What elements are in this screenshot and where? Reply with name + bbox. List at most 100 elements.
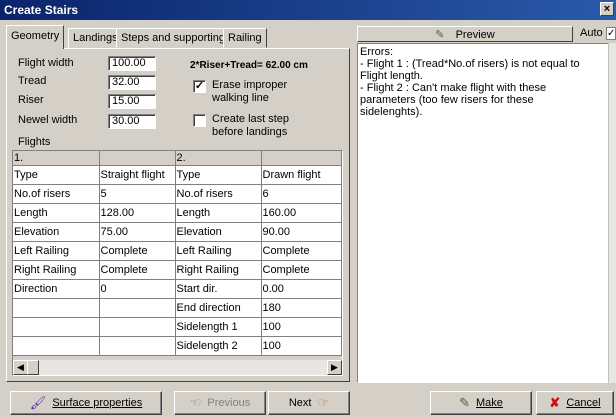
tab-geometry[interactable]: Geometry — [6, 25, 65, 49]
grid-cell[interactable]: Length — [175, 203, 262, 223]
next-button[interactable]: Next ☞ — [268, 391, 350, 415]
grid-cell[interactable]: Elevation — [13, 222, 100, 242]
scroll-thumb[interactable] — [27, 360, 39, 375]
grid-cell[interactable]: Right Railing — [175, 260, 262, 280]
errors-title: Errors: — [360, 46, 393, 58]
flight-width-field[interactable]: 100.00 — [108, 56, 156, 71]
table-row: Length 128.00 Length 160.00 — [13, 203, 342, 223]
grid-cell[interactable] — [13, 336, 100, 356]
table-row: Direction 0 Start dir. 0.00 — [13, 279, 342, 299]
grid-cell[interactable] — [13, 298, 100, 318]
grid-cell[interactable]: 90.00 — [261, 222, 342, 242]
table-row: End direction 180 — [13, 298, 342, 318]
grid-cell[interactable]: Left Railing — [175, 241, 262, 261]
grid-cell[interactable]: 5 — [99, 184, 176, 204]
flight-width-label: Flight width — [18, 57, 74, 69]
grid-cell[interactable]: 6 — [261, 184, 342, 204]
grid-cell[interactable]: Sidelength 1 — [175, 317, 262, 337]
grid-cell[interactable]: No.of risers — [13, 184, 100, 204]
previous-label: Previous — [207, 397, 251, 409]
grid-cell[interactable]: 100 — [261, 336, 342, 356]
flights-grid[interactable]: 1. 2. Type Straight flight Type Drawn flight N… — [12, 150, 343, 376]
grid-cell[interactable]: Direction — [13, 279, 100, 299]
grid-cell[interactable]: 0 — [99, 279, 176, 299]
newel-width-label: Newel width — [18, 114, 78, 126]
horizontal-scrollbar[interactable]: ◀ ▶ — [13, 360, 342, 375]
grid-cell[interactable]: Straight flight — [99, 165, 176, 185]
grid-cell[interactable]: Complete — [99, 260, 176, 280]
auto-label: Auto — [580, 27, 603, 39]
surface-properties-label: Surface properties — [52, 397, 143, 409]
scroll-left-icon[interactable]: ◀ — [13, 360, 28, 375]
newel-width-field[interactable]: 30.00 — [108, 114, 156, 129]
hand-right-icon: ☞ — [317, 395, 330, 411]
tab-landings[interactable]: Landings — [68, 28, 123, 48]
next-label: Next — [288, 397, 312, 409]
scroll-right-icon[interactable]: ▶ — [327, 360, 342, 375]
make-button[interactable]: ✎ Make — [430, 391, 532, 415]
grid-header-cell — [99, 151, 176, 166]
close-icon[interactable]: × — [600, 2, 614, 16]
flights-label: Flights — [18, 136, 51, 148]
table-row: Sidelength 2 100 — [13, 336, 342, 356]
grid-cell[interactable]: Start dir. — [175, 279, 262, 299]
grid-cell[interactable]: Type — [13, 165, 100, 185]
create-last-step-label: Create last step before landings — [212, 113, 290, 138]
grid-cell[interactable]: Drawn flight — [261, 165, 342, 185]
grid-header-cell: 2. — [175, 151, 262, 166]
grid-cell[interactable]: Complete — [261, 260, 342, 280]
tab-railing[interactable]: Railing — [223, 28, 267, 48]
auto-checkbox[interactable]: ✓ — [606, 27, 616, 40]
grid-cell[interactable] — [99, 336, 176, 356]
grid-cell[interactable]: 0.00 — [261, 279, 342, 299]
grid-header-cell: 1. — [13, 151, 100, 166]
table-row: Left Railing Complete Left Railing Complete — [13, 241, 342, 261]
pencil-icon: ✎ — [435, 29, 445, 41]
preview-button[interactable]: ✎ Preview — [357, 26, 573, 42]
grid-cell[interactable] — [13, 317, 100, 337]
grid-cell[interactable] — [99, 298, 176, 318]
preview-label: Preview — [455, 29, 495, 41]
riser-label: Riser — [18, 94, 44, 106]
errors-panel: Errors: - Flight 1 : (Tread*No.of risers… — [357, 43, 609, 383]
grid-cell[interactable]: 75.00 — [99, 222, 176, 242]
grid-cell[interactable] — [99, 317, 176, 337]
grid-cell[interactable]: End direction — [175, 298, 262, 318]
grid-cell[interactable]: 128.00 — [99, 203, 176, 223]
hand-left-icon: ☜ — [189, 395, 202, 411]
cancel-label: Cancel — [566, 397, 601, 409]
tread-field[interactable]: 32.00 — [108, 75, 156, 90]
surface-properties-button[interactable]: 🖌 Surface properties — [10, 391, 162, 415]
table-row: Sidelength 1 100 — [13, 317, 342, 337]
erase-walking-line-checkbox[interactable]: ✓ — [193, 80, 206, 93]
error-line: - Flight 2 : Can't make flight with thes… — [360, 82, 547, 118]
grid-header-row: 1. 2. — [13, 151, 342, 166]
tab-label: Railing — [228, 32, 262, 44]
grid-cell[interactable]: 100 — [261, 317, 342, 337]
grid-cell[interactable]: 180 — [261, 298, 342, 318]
table-row: No.of risers 5 No.of risers 6 — [13, 184, 342, 204]
grid-cell[interactable]: 160.00 — [261, 203, 342, 223]
brush-icon: 🖌 — [29, 395, 47, 411]
make-label: Make — [476, 397, 503, 409]
window-title: Create Stairs — [4, 3, 79, 17]
grid-cell[interactable]: Complete — [261, 241, 342, 261]
vertical-scrollbar[interactable] — [608, 43, 616, 383]
grid-cell[interactable]: Sidelength 2 — [175, 336, 262, 356]
create-stairs-window: Create Stairs × Geometry Landings Steps … — [0, 0, 616, 417]
riser-field[interactable]: 15.00 — [108, 94, 156, 109]
erase-walking-line-label: Erase improper walking line — [212, 79, 288, 104]
grid-header-cell — [261, 151, 342, 166]
tab-label: Geometry — [11, 30, 60, 42]
tab-steps-supporting[interactable]: Steps and supporting — [116, 28, 230, 48]
grid-cell[interactable]: No.of risers — [175, 184, 262, 204]
previous-button[interactable]: ☜ Previous — [174, 391, 266, 415]
grid-cell[interactable]: Right Railing — [13, 260, 100, 280]
grid-cell[interactable]: Complete — [99, 241, 176, 261]
grid-cell[interactable]: Length — [13, 203, 100, 223]
grid-cell[interactable]: Elevation — [175, 222, 262, 242]
cancel-button[interactable]: ✘ Cancel — [536, 391, 614, 415]
grid-cell[interactable]: Left Railing — [13, 241, 100, 261]
grid-cell[interactable]: Type — [175, 165, 262, 185]
create-last-step-checkbox[interactable] — [193, 114, 206, 127]
